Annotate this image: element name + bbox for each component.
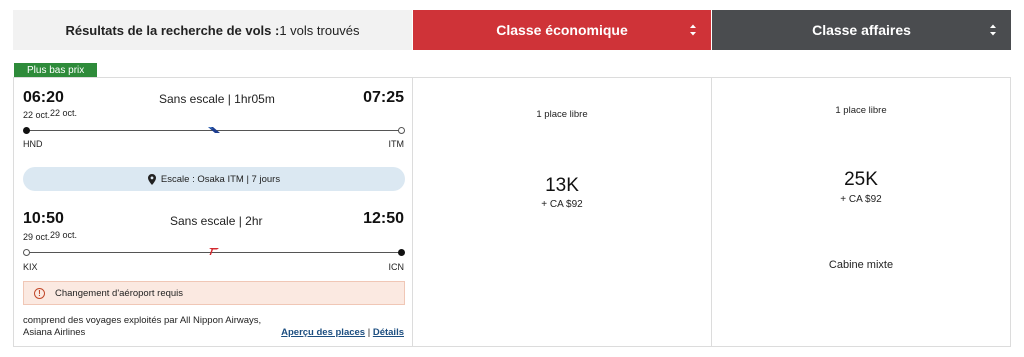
departure-time: 10:50 [23,210,64,227]
destination-code: ITM [388,139,405,149]
date-arrival: 22 oct. [50,108,78,118]
destination-dot [398,249,405,256]
segment-date: 29 oct.29 oct. [23,230,78,242]
origin-code: KIX [23,262,38,272]
lowest-price-badge: Plus bas prix [14,63,98,78]
seats-available: 1 place libre [835,105,887,116]
arrival-time: 07:25 [363,89,404,106]
destination-dot [398,127,405,134]
date-arrival: 29 oct. [50,230,78,240]
itinerary-links: Aperçu des places | Détails [281,327,404,338]
arrival-time: 12:50 [363,210,404,227]
results-summary: Résultats de la recherche de vols : 1 vo… [13,10,412,50]
segment-date: 22 oct.22 oct. [23,108,78,120]
itinerary-panel: 06:20 Sans escale | 1hr05m 07:25 22 oct.… [13,77,413,347]
cabin-type: Cabine mixte [828,259,894,271]
date-departure: 29 oct. [23,232,51,242]
airport-change-warning: ! Changement d'aéroport requis [23,281,405,305]
departure-time: 06:20 [23,89,64,106]
date-departure: 22 oct. [23,110,51,120]
economy-class-label: Classe économique [496,22,628,38]
seats-preview-link[interactable]: Aperçu des places [281,327,365,338]
operated-by-text: comprend des voyages exploités par All N… [23,315,262,338]
business-fare-cell[interactable]: 1 place libre 25K + CA $92 Cabine mixte [711,77,1011,347]
ana-logo-icon [208,127,220,133]
sort-icon [990,24,996,36]
details-link[interactable]: Détails [373,327,404,338]
location-pin-icon [147,173,156,185]
warning-text: Changement d'aéroport requis [55,287,184,299]
economy-class-sort-header[interactable]: Classe économique [413,10,711,50]
fare-price: 25K [844,169,878,190]
fare-tax: + CA $92 [840,194,882,205]
fare-tax: + CA $92 [541,199,583,210]
origin-dot [23,249,30,256]
results-count: 1 vols trouvés [279,22,360,38]
stopover-text: Escale : Osaka ITM | 7 jours [160,173,281,185]
economy-fare-cell[interactable]: 1 place libre 13K + CA $92 [412,77,712,347]
link-separator: | [367,327,371,338]
destination-code: ICN [388,262,405,272]
business-class-sort-header[interactable]: Classe affaires [712,10,1011,50]
segment-summary: Sans escale | 1hr05m [159,92,275,106]
fare-price: 13K [545,175,579,196]
stopover-info: Escale : Osaka ITM | 7 jours [23,167,405,191]
alert-icon: ! [34,287,45,299]
sort-icon [690,24,696,36]
business-class-label: Classe affaires [812,22,911,38]
segment-summary: Sans escale | 2hr [170,214,263,228]
results-title: Résultats de la recherche de vols : [65,22,280,38]
seats-available: 1 place libre [536,109,588,120]
asiana-logo-icon [209,248,219,255]
origin-code: HND [23,139,43,149]
origin-dot [23,127,30,134]
